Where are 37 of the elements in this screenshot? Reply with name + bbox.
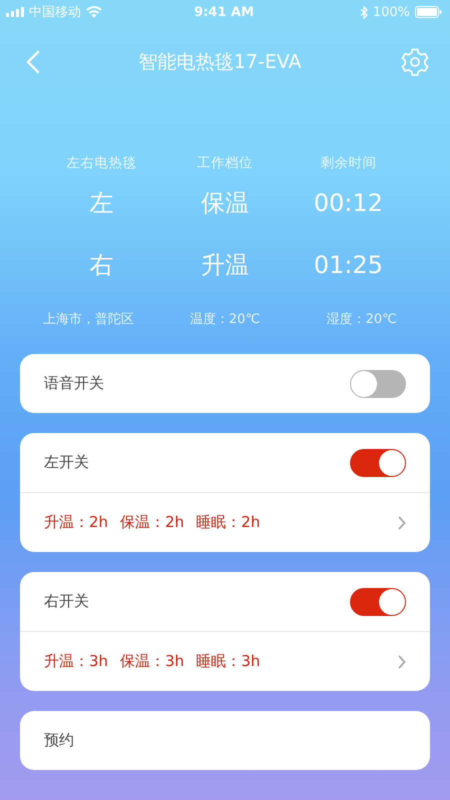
timer-setting: 升温：2h [44, 513, 108, 532]
table-cell: 00:12 [314, 189, 383, 217]
toggle-switch[interactable] [350, 370, 406, 398]
timer-setting: 睡眠：2h [196, 513, 260, 532]
timer-setting: 保温：2h [120, 513, 184, 532]
row-label: 预约 [44, 731, 74, 750]
settings-button[interactable] [400, 47, 430, 77]
toggle-switch[interactable] [350, 448, 406, 476]
table-cell-text: 升温 [200, 250, 249, 281]
signal-icon [6, 7, 24, 17]
chevron-icon[interactable] [398, 654, 406, 668]
wifi-icon [86, 6, 102, 18]
info-text: 湿度：20℃ [326, 311, 397, 328]
table-cell-text: 保温 [200, 188, 249, 219]
window-title: 智能电热毯17-EVA [138, 50, 302, 75]
table-cell: 01:25 [314, 251, 383, 279]
bluetooth-icon [360, 6, 368, 18]
timer-setting: 升温：3h [44, 652, 108, 671]
column-heading: 左右电热毯 [66, 154, 137, 172]
timer-setting: 睡眠：3h [196, 652, 260, 671]
timer-setting: 保温：3h [120, 652, 184, 671]
status-time: 9:41 AM [194, 4, 254, 20]
battery-percent: 100% [372, 4, 410, 20]
battery-icon [414, 6, 442, 18]
back-button[interactable] [26, 50, 40, 74]
info-text: 温度：20℃ [190, 311, 260, 328]
table-cell-text: 左 [90, 188, 114, 219]
row-label: 右开关 [44, 592, 89, 611]
table-cell-text: 右 [90, 250, 114, 281]
row-label: 左开关 [44, 453, 89, 472]
column-heading: 工作档位 [196, 154, 253, 172]
info-text: 上海市，普陀区 [42, 310, 134, 328]
toggle-switch[interactable] [350, 588, 406, 616]
column-heading: 剩余时间 [320, 154, 376, 172]
chevron-icon[interactable] [398, 516, 406, 530]
row-label: 语音开关 [44, 374, 104, 393]
carrier-name: 中国移动 [29, 4, 81, 21]
